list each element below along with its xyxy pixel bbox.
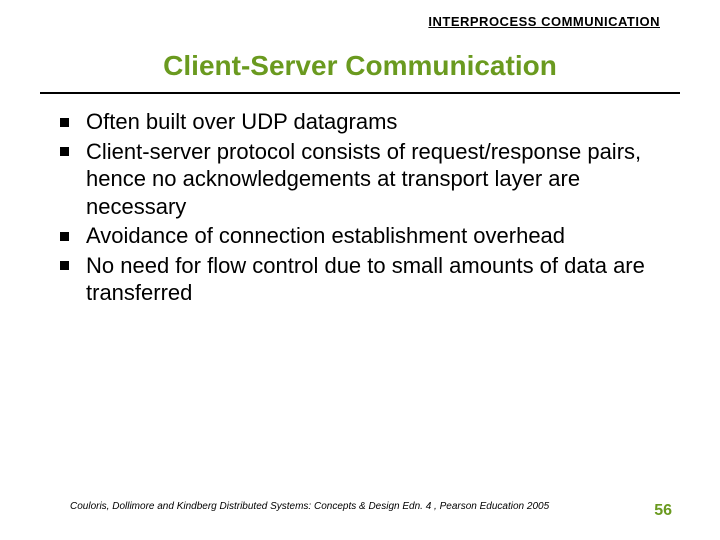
bullet-item: Avoidance of connection establishment ov… [60, 222, 680, 250]
bullet-item: No need for flow control due to small am… [60, 252, 680, 307]
section-header: INTERPROCESS COMMUNICATION [428, 14, 660, 29]
title-underline [40, 92, 680, 94]
bullet-item: Client-server protocol consists of reque… [60, 138, 680, 221]
slide-title: Client-Server Communication [0, 50, 720, 82]
bullet-list: Often built over UDP datagrams Client-se… [60, 108, 680, 309]
bullet-item: Often built over UDP datagrams [60, 108, 680, 136]
footer-citation: Couloris, Dollimore and Kindberg Distrib… [70, 501, 549, 512]
page-number: 56 [654, 502, 672, 520]
